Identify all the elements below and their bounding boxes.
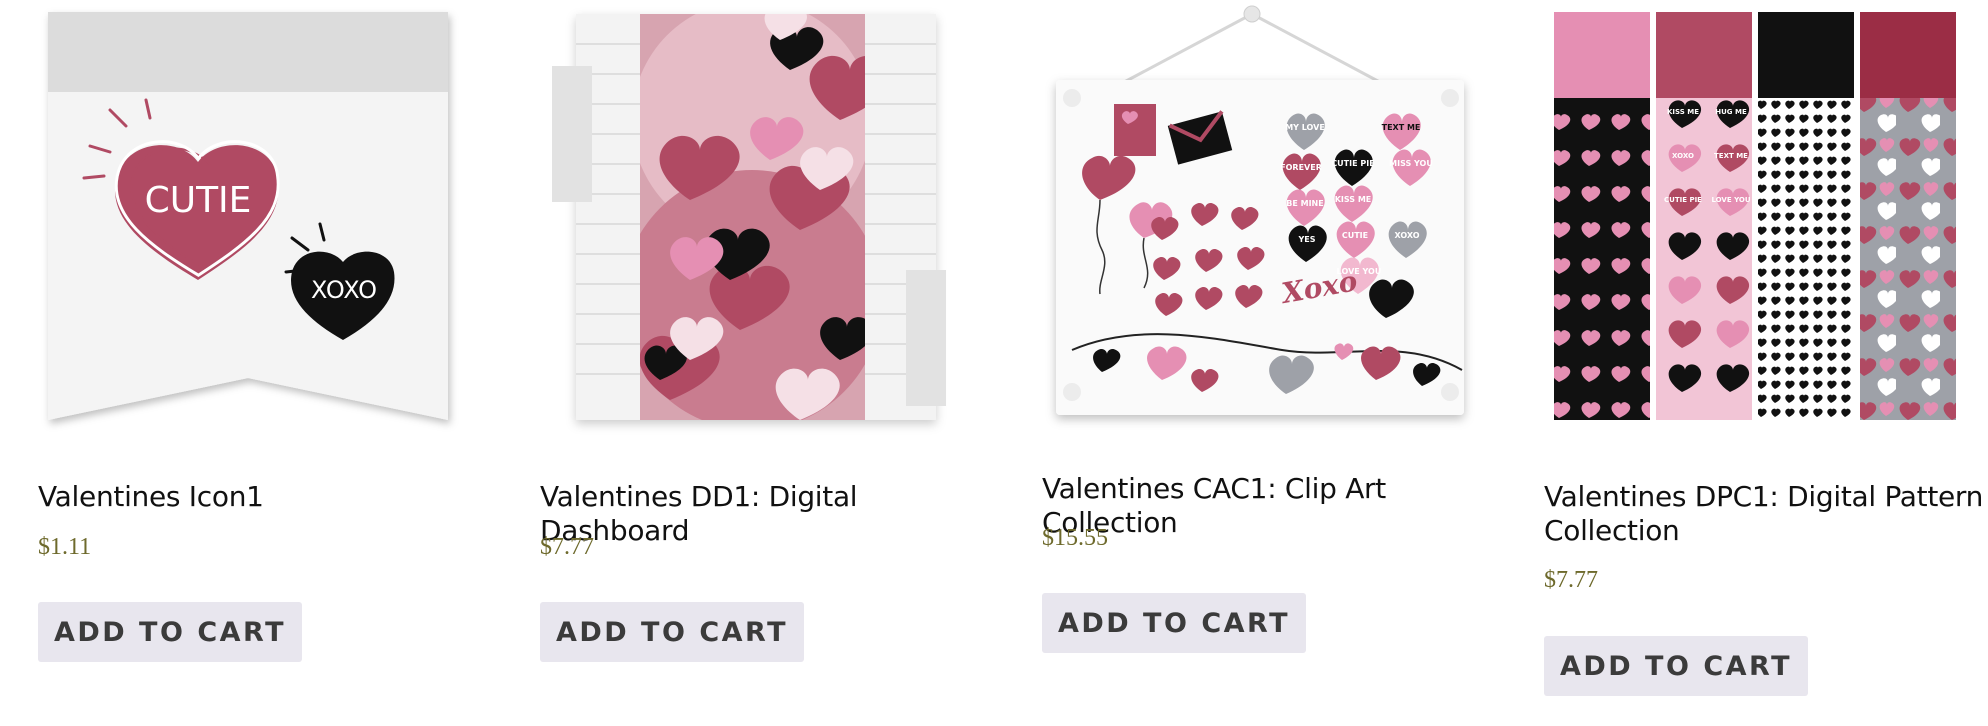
candy-heart-text: BE MINE	[1286, 199, 1323, 208]
pattern-heart-text: LOVE YOU	[1711, 196, 1750, 204]
product-price: $7.77	[540, 534, 594, 560]
candy-heart-text: XOXO	[1394, 231, 1419, 240]
pattern-heart-text: HUG ME	[1715, 108, 1747, 116]
candy-heart-text: MISS YOU	[1389, 159, 1433, 168]
candy-heart-text: YES	[1297, 235, 1315, 244]
candy-heart-text: MY LOVE	[1285, 123, 1325, 132]
heart-label-xoxo: XOXO	[311, 276, 377, 304]
candy-heart-text: CUTIE	[1342, 231, 1368, 240]
add-to-cart-button[interactable]: ADD TO CART	[1042, 593, 1306, 653]
product-image[interactable]: MY LOVE TEXT ME CUTIE PIE MISS YOU FOREV…	[1042, 0, 1482, 440]
product-title[interactable]: Valentines Icon1	[38, 480, 264, 514]
candy-heart-text: CUTIE PIE	[1331, 159, 1374, 168]
candy-heart-text: KISS ME	[1335, 195, 1372, 204]
pattern-heart-text: CUTIE PIE	[1664, 196, 1702, 204]
add-to-cart-button[interactable]: ADD TO CART	[38, 602, 302, 662]
product-card: MY LOVE TEXT ME CUTIE PIE MISS YOU FOREV…	[1042, 0, 1482, 726]
pattern-heart-text: TEXT ME	[1714, 152, 1748, 160]
add-to-cart-button[interactable]: ADD TO CART	[540, 602, 804, 662]
pattern-heart-text: KISS ME	[1667, 108, 1699, 116]
product-title[interactable]: Valentines CAC1: Clip Art Collection	[1042, 472, 1482, 540]
candy-heart-text: FOREVER	[1280, 163, 1322, 172]
product-card: KISS ME HUG ME XOXO TEXT ME CUTIE PIE LO…	[1544, 0, 1984, 726]
product-card: Valentines DD1: Digital Dashboard $7.77 …	[540, 0, 980, 726]
product-image[interactable]: KISS ME HUG ME XOXO TEXT ME CUTIE PIE LO…	[1544, 0, 1984, 440]
add-to-cart-button[interactable]: ADD TO CART	[1544, 636, 1808, 696]
product-image[interactable]: CUTIE XOXO	[38, 0, 478, 440]
heart-label-cutie: CUTIE	[145, 180, 252, 221]
product-title[interactable]: Valentines DD1: Digital Dashboard	[540, 480, 980, 548]
product-title[interactable]: Valentines DPC1: Digital Pattern Collect…	[1544, 480, 1984, 548]
product-image[interactable]	[540, 0, 980, 440]
pattern-heart-text: XOXO	[1672, 152, 1694, 160]
product-card: CUTIE XOXO Valentines Icon1 $1.11 ADD TO…	[38, 0, 478, 726]
product-price: $7.77	[1544, 567, 1598, 593]
candy-heart-text: TEXT ME	[1382, 123, 1421, 132]
product-price: $15.55	[1042, 525, 1108, 551]
product-price: $1.11	[38, 534, 92, 560]
